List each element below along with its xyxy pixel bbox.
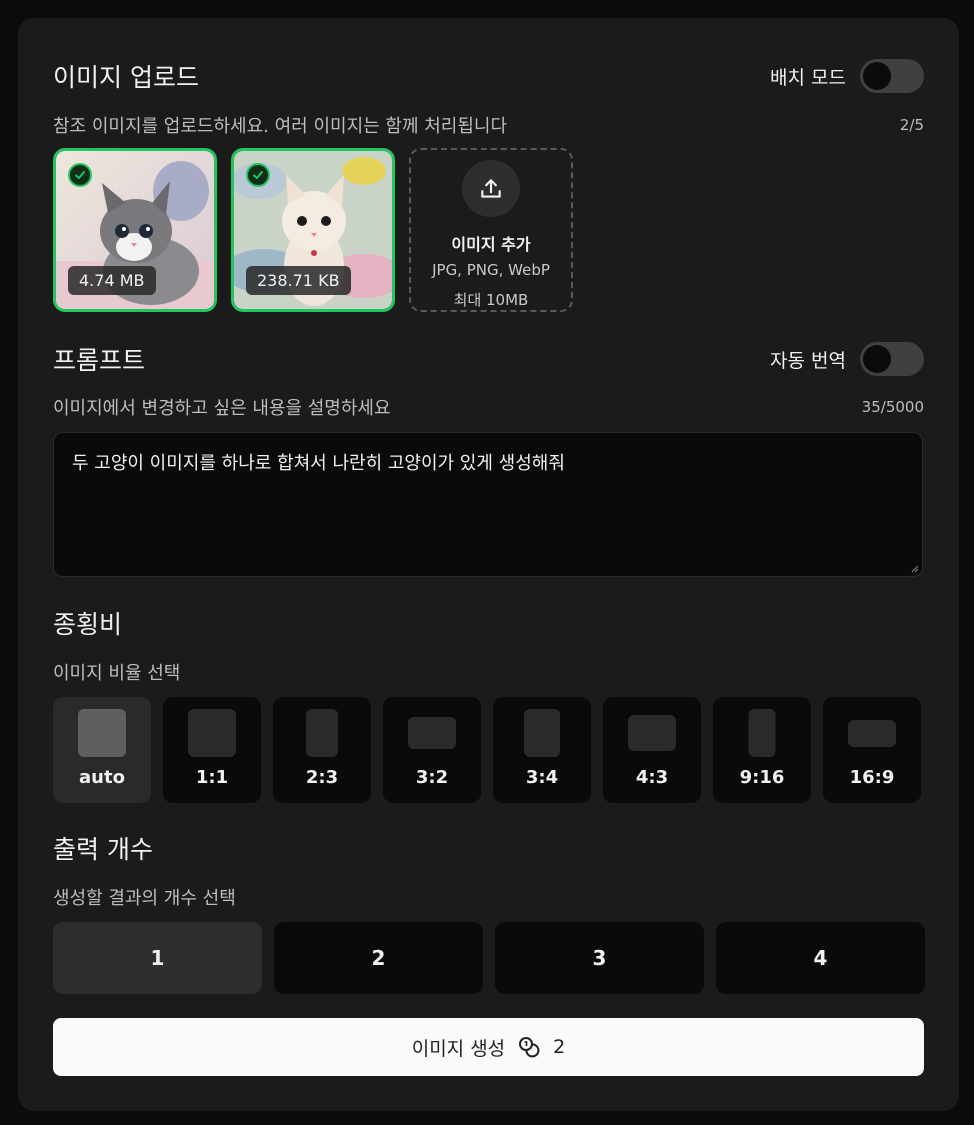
ratio-preview-shape bbox=[188, 709, 236, 757]
image-generator-panel: 이미지 업로드 배치 모드 참조 이미지를 업로드하세요. 여러 이미지는 함께… bbox=[18, 18, 959, 1111]
generate-cost: 2 bbox=[553, 1036, 566, 1058]
image-thumbnails: 4.74 MB 238.71 KB 이미지 추가 JPG, PNG, WebP … bbox=[53, 148, 573, 312]
ratio-option-3-2[interactable]: 3:2 bbox=[383, 697, 481, 803]
prompt-counter: 35/5000 bbox=[861, 398, 924, 416]
toggle-knob bbox=[863, 62, 891, 90]
auto-translate-control: 자동 번역 bbox=[770, 342, 924, 376]
upload-counter: 2/5 bbox=[899, 116, 924, 134]
output-title: 출력 개수 bbox=[53, 835, 153, 864]
ratio-option-16-9[interactable]: 16:9 bbox=[823, 697, 921, 803]
ratio-preview-shape bbox=[524, 709, 560, 757]
ratio-option-label: 9:16 bbox=[739, 767, 785, 788]
upload-header: 이미지 업로드 배치 모드 bbox=[53, 58, 924, 94]
ratio-option-9-16[interactable]: 9:16 bbox=[713, 697, 811, 803]
add-image-max-size: 최대 10MB bbox=[453, 291, 529, 309]
generate-label: 이미지 생성 bbox=[411, 1037, 506, 1060]
ratio-title: 종횡비 bbox=[53, 610, 123, 639]
output-subtitle: 생성할 결과의 개수 선택 bbox=[53, 888, 236, 909]
upload-title: 이미지 업로드 bbox=[53, 63, 199, 92]
add-image-label: 이미지 추가 bbox=[451, 235, 531, 254]
count-option-3[interactable]: 3 bbox=[495, 922, 704, 994]
upload-subheader: 참조 이미지를 업로드하세요. 여러 이미지는 함께 처리됩니다 2/5 bbox=[53, 112, 924, 138]
ratio-preview-shape bbox=[848, 720, 896, 747]
count-option-2[interactable]: 2 bbox=[274, 922, 483, 994]
prompt-subheader: 이미지에서 변경하고 싶은 내용을 설명하세요 35/5000 bbox=[53, 394, 924, 420]
ratio-option-label: 4:3 bbox=[635, 767, 669, 788]
image-size-badge: 238.71 KB bbox=[246, 266, 351, 295]
ratio-option-label: 1:1 bbox=[195, 767, 229, 788]
ratio-options: auto 1:1 2:3 3:2 3:4 4:3 9:16 16:9 bbox=[53, 697, 921, 803]
resize-handle-icon[interactable] bbox=[909, 563, 919, 573]
ratio-option-label: 2:3 bbox=[305, 767, 339, 788]
ratio-option-label: 16:9 bbox=[849, 767, 895, 788]
ratio-preview-shape bbox=[408, 717, 456, 749]
count-option-4[interactable]: 4 bbox=[716, 922, 925, 994]
ratio-subheader: 이미지 비율 선택 bbox=[53, 659, 924, 685]
ratio-preview-shape bbox=[628, 715, 676, 751]
prompt-header: 프롬프트 자동 번역 bbox=[53, 341, 924, 377]
selected-check-icon bbox=[68, 163, 92, 187]
add-image-button[interactable]: 이미지 추가 JPG, PNG, WebP 최대 10MB bbox=[409, 148, 573, 312]
upload-subtitle: 참조 이미지를 업로드하세요. 여러 이미지는 함께 처리됩니다 bbox=[53, 116, 508, 137]
ratio-preview-shape bbox=[306, 709, 338, 757]
add-image-formats: JPG, PNG, WebP bbox=[432, 261, 550, 279]
toggle-knob bbox=[863, 345, 891, 373]
auto-translate-toggle[interactable] bbox=[860, 342, 924, 376]
batch-mode-toggle[interactable] bbox=[860, 59, 924, 93]
prompt-subtitle: 이미지에서 변경하고 싶은 내용을 설명하세요 bbox=[53, 398, 391, 419]
count-option-1[interactable]: 1 bbox=[53, 922, 262, 994]
prompt-text: 두 고양이 이미지를 하나로 합쳐서 나란히 고양이가 있게 생성해줘 bbox=[72, 453, 565, 474]
selected-check-icon bbox=[246, 163, 270, 187]
generate-image-button[interactable]: 이미지 생성 2 bbox=[53, 1018, 924, 1076]
ratio-option-label: auto bbox=[79, 767, 125, 788]
ratio-option-3-4[interactable]: 3:4 bbox=[493, 697, 591, 803]
ratio-preview-shape bbox=[78, 709, 126, 757]
uploaded-image-1[interactable]: 4.74 MB bbox=[53, 148, 217, 312]
batch-mode-label: 배치 모드 bbox=[770, 66, 846, 89]
ratio-option-auto[interactable]: auto bbox=[53, 697, 151, 803]
ratio-header: 종횡비 bbox=[53, 605, 924, 641]
output-header: 출력 개수 bbox=[53, 830, 924, 866]
auto-translate-label: 자동 번역 bbox=[770, 349, 846, 372]
ratio-preview-shape bbox=[748, 709, 776, 757]
coins-icon bbox=[519, 1037, 540, 1058]
ratio-subtitle: 이미지 비율 선택 bbox=[53, 663, 181, 684]
batch-mode-control: 배치 모드 bbox=[770, 59, 924, 93]
ratio-option-label: 3:4 bbox=[525, 767, 559, 788]
output-count-options: 1 2 3 4 bbox=[53, 922, 925, 994]
ratio-option-1-1[interactable]: 1:1 bbox=[163, 697, 261, 803]
upload-icon bbox=[462, 160, 520, 217]
image-size-badge: 4.74 MB bbox=[68, 266, 156, 295]
ratio-option-label: 3:2 bbox=[415, 767, 449, 788]
prompt-title: 프롬프트 bbox=[53, 346, 146, 375]
ratio-option-4-3[interactable]: 4:3 bbox=[603, 697, 701, 803]
prompt-textarea[interactable]: 두 고양이 이미지를 하나로 합쳐서 나란히 고양이가 있게 생성해줘 bbox=[53, 432, 923, 577]
ratio-option-2-3[interactable]: 2:3 bbox=[273, 697, 371, 803]
output-subheader: 생성할 결과의 개수 선택 bbox=[53, 884, 924, 910]
uploaded-image-2[interactable]: 238.71 KB bbox=[231, 148, 395, 312]
